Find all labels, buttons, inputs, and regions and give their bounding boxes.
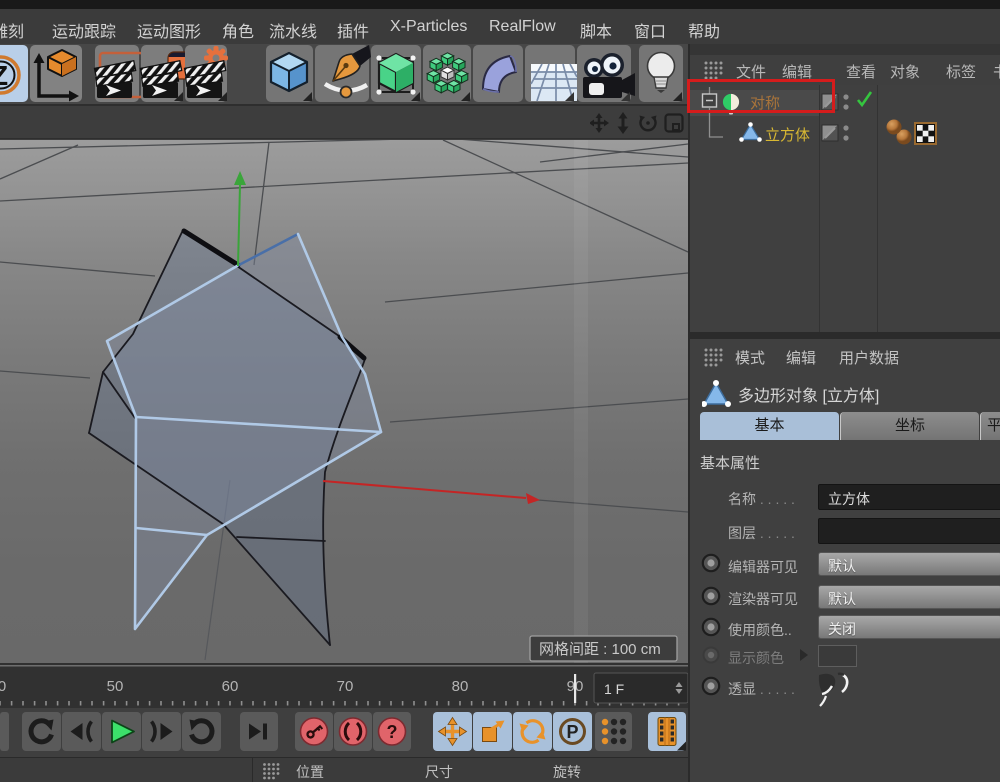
svg-text:80: 80 [452,678,469,695]
svg-text:1 F: 1 F [604,681,624,697]
svg-text:0: 0 [0,678,6,695]
svg-text:?: ? [387,722,398,742]
svg-text:60: 60 [222,678,239,695]
svg-text:P: P [566,722,578,742]
svg-text:Z: Z [0,60,8,91]
svg-text:立方体: 立方体 [765,127,810,144]
svg-text:70: 70 [337,678,354,695]
svg-text:50: 50 [107,678,124,695]
svg-text:网格间距 : 100 cm: 网格间距 : 100 cm [539,641,661,658]
